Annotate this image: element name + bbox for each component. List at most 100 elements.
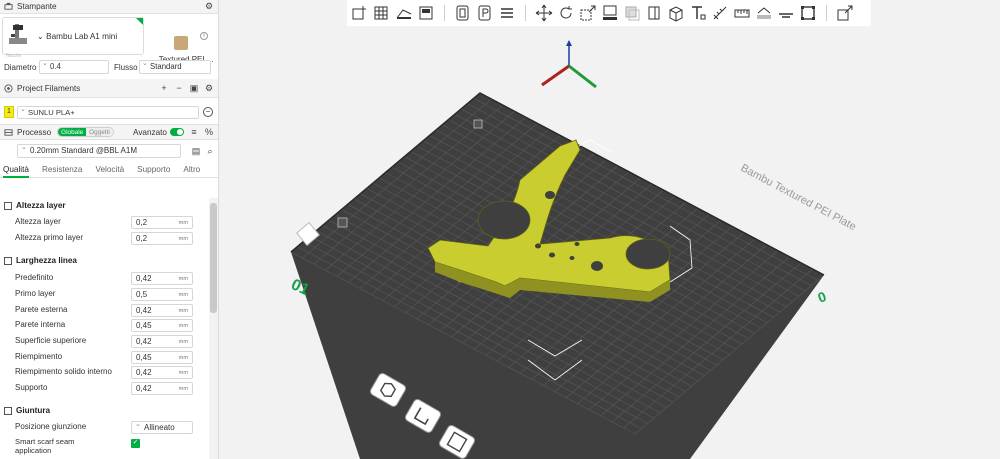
param-input[interactable]: 0,42 mm [131,272,193,285]
layers-icon[interactable] [496,2,518,24]
param-input[interactable]: 0,45 mm [131,351,193,364]
seam-paint-icon[interactable] [665,2,687,24]
scarf-seam-checkbox[interactable]: ✓ [131,439,140,448]
param-row: Parete esterna 0,42 mm [15,304,195,317]
param-label: Altezza layer [15,217,61,226]
param-input[interactable]: 0,42 mm [131,335,193,348]
mode-global-button[interactable]: Globale [58,128,87,136]
filament-row: 1 SUNLU PLA+ − [0,98,218,124]
compare-icon[interactable]: ≡ [189,127,199,137]
params-scrollbar[interactable] [209,198,218,459]
printer-image-icon [9,24,27,44]
param-input[interactable]: 0,2 mm [131,216,193,229]
filament-color-badge[interactable]: 1 [4,106,14,118]
scrollbar-thumb[interactable] [210,203,217,313]
sync-filament-icon[interactable]: ▣ [189,83,199,93]
add-filament-icon[interactable]: + [159,83,169,93]
process-mode-toggle[interactable]: Globale Oggetti [57,127,114,137]
layer-height-icon [4,201,12,210]
printer-settings-gear-icon[interactable]: ⚙ [204,1,214,12]
process-section-title: Processo [17,127,52,137]
drop-to-bed-icon[interactable] [775,2,797,24]
param-row: Superficie superiore 0,42 mm [15,335,195,348]
arrange-all-icon[interactable] [415,2,437,24]
add-object-icon[interactable] [349,2,371,24]
tab-strength[interactable]: Resistenza [42,162,83,178]
param-input[interactable]: 0,42 mm [131,304,193,317]
print-plate-icon[interactable] [474,2,496,24]
lay-on-face-icon[interactable] [599,2,621,24]
tab-quality[interactable]: Qualità [3,162,29,178]
plate-options-icon[interactable] [473,119,483,129]
param-row: Supporto 0,42 mm [15,382,195,395]
diameter-select[interactable]: 0.4 [39,58,109,74]
param-label: Smart scarf seam application [15,437,75,455]
bounding-box-icon[interactable] [797,2,819,24]
param-input[interactable]: 0,42 mm [131,382,193,395]
param-input[interactable]: 0,42 mm [131,366,193,379]
plate-lock-icon[interactable] [337,217,348,228]
seam-position-select[interactable]: Allineato [131,419,193,434]
measure-icon[interactable] [709,2,731,24]
process-section-header: Processo Globale Oggetti Avanzato ≡ % [0,124,218,140]
tab-speed[interactable]: Velocità [95,162,124,178]
advanced-toggle[interactable] [170,128,184,136]
plate-info-icon[interactable]: i [200,32,208,40]
scale-icon[interactable] [577,2,599,24]
orient-icon[interactable] [393,2,415,24]
param-input[interactable]: 0,45 mm [131,319,193,332]
param-row-first-layer-height: Altezza primo layer 0,2 mm [15,232,195,245]
3d-viewport[interactable]: Bambu Textured PEI Plate 01 0 [220,0,1000,459]
move-icon[interactable] [533,2,555,24]
seam-icon [4,406,12,415]
support-paint-icon[interactable] [643,2,665,24]
slice-plate-icon[interactable] [452,2,474,24]
printer-select-card[interactable]: ⌄ Bambu Lab A1 mini [2,17,144,55]
nozzle-row: Diametro 0.4 Flusso Standard [0,58,218,80]
param-input[interactable]: 0,5 mm [131,288,193,301]
text-tool-icon[interactable] [687,2,709,24]
filament-select[interactable]: SUNLU PLA+ [17,104,199,119]
flow-select[interactable]: Standard [139,58,211,74]
param-row: Parete interna 0,45 mm [15,319,195,332]
save-preset-icon[interactable]: ▤ [191,146,201,156]
param-row: Riempimento solido interno 0,42 mm [15,366,195,379]
filament-settings-gear-icon[interactable]: ⚙ [204,83,214,93]
filaments-section-header: Project Filaments + − ▣ ⚙ [0,79,218,98]
nozzle-small-label: Nozzle [6,53,22,59]
rotate-icon[interactable] [555,2,577,24]
y-axis [568,64,597,89]
process-preset-select[interactable]: 0.20mm Standard @BBL A1M [17,142,181,158]
param-row-scarf-seam: Smart scarf seam application ✓ [15,436,195,456]
tab-other[interactable]: Altro [183,162,200,178]
plate-swatch [174,36,188,50]
3d-scene[interactable]: Bambu Textured PEI Plate 01 0 [220,0,1000,459]
param-input[interactable]: 0,2 mm [131,232,193,245]
param-row: Primo layer 0,5 mm [15,288,195,301]
x-axis [541,64,570,87]
diameter-label: Diametro [4,63,37,72]
search-icon[interactable]: ⌕ [205,146,215,156]
cut-icon[interactable] [621,2,643,24]
percent-icon[interactable]: % [204,127,214,137]
tab-support[interactable]: Supporto [137,162,170,178]
view-settings-icon[interactable] [834,2,856,24]
line-width-group-title: Larghezza linea [4,256,77,265]
add-plate-icon[interactable] [371,2,393,24]
printer-section-title: Stampante [17,2,57,11]
quality-params: Altezza layer Altezza layer 0,2 mm Altezz… [0,195,208,459]
assembly-icon[interactable] [731,2,753,24]
settings-sidebar: Stampante ⚙ ⌄ Bambu Lab A1 mini i ⌄ Text… [0,0,219,459]
plate-badge-label: 0 [816,288,829,306]
filaments-section-title: Project Filaments [17,83,81,93]
remove-filament-icon[interactable]: − [174,83,184,93]
toolbar-separator [525,5,526,21]
toolbar-separator [826,5,827,21]
mode-objects-button[interactable]: Oggetti [86,128,113,136]
brim-ears-icon[interactable] [753,2,775,24]
printer-row: ⌄ Bambu Lab A1 mini i ⌄ Textured PEI ... [0,14,218,64]
filament-edit-icon[interactable]: − [203,107,213,117]
z-axis-arrow [566,40,572,46]
preset-row: 0.20mm Standard @BBL A1M ▤ ⌕ [0,140,218,162]
printer-section-header: Stampante ⚙ [0,0,218,14]
